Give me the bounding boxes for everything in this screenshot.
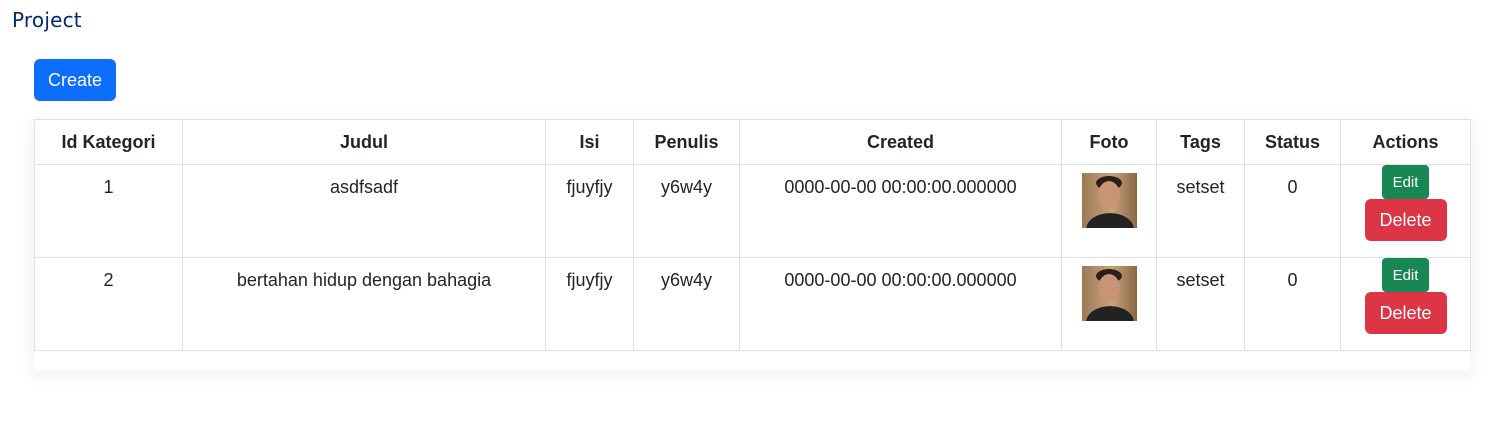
header-tags: Tags — [1156, 119, 1245, 165]
cell-status: 0 — [1244, 164, 1341, 258]
cell-foto — [1061, 257, 1157, 351]
cell-actions: Edit Delete — [1340, 257, 1471, 351]
header-judul: Judul — [182, 119, 546, 165]
foto-thumbnail — [1081, 173, 1137, 228]
cell-judul: bertahan hidup dengan bahagia — [182, 257, 546, 351]
cell-foto — [1061, 164, 1157, 258]
cell-id-kategori: 1 — [34, 164, 183, 258]
edit-button[interactable]: Edit — [1382, 258, 1429, 292]
cell-penulis: y6w4y — [633, 164, 740, 258]
header-penulis: Penulis — [633, 119, 740, 165]
header-created: Created — [739, 119, 1062, 165]
cell-penulis: y6w4y — [633, 257, 740, 351]
cell-judul: asdfsadf — [182, 164, 546, 258]
cell-actions: Edit Delete — [1340, 164, 1471, 258]
header-isi: Isi — [545, 119, 634, 165]
cell-created: 0000-00-00 00:00:00.000000 — [739, 257, 1062, 351]
table-row: 2 bertahan hidup dengan bahagia fjuyfjy … — [34, 257, 1471, 351]
cell-isi: fjuyfjy — [545, 257, 634, 351]
delete-button[interactable]: Delete — [1364, 199, 1447, 241]
edit-button[interactable]: Edit — [1382, 165, 1429, 199]
header-foto: Foto — [1061, 119, 1157, 165]
delete-button[interactable]: Delete — [1364, 292, 1447, 334]
cell-tags: setset — [1156, 257, 1245, 351]
create-button[interactable]: Create — [34, 59, 116, 101]
cell-status: 0 — [1244, 257, 1341, 351]
project-table: Id Kategori Judul Isi Penulis Created Fo… — [34, 119, 1471, 351]
cell-id-kategori: 2 — [34, 257, 183, 351]
table-row: 1 asdfsadf fjuyfjy y6w4y 0000-00-00 00:0… — [34, 164, 1471, 258]
table-header-row: Id Kategori Judul Isi Penulis Created Fo… — [34, 119, 1471, 165]
page-title: Project — [12, 8, 82, 32]
foto-thumbnail — [1081, 266, 1137, 321]
cell-isi: fjuyfjy — [545, 164, 634, 258]
table-card: Id Kategori Judul Isi Penulis Created Fo… — [34, 119, 1471, 370]
header-actions: Actions — [1340, 119, 1471, 165]
cell-created: 0000-00-00 00:00:00.000000 — [739, 164, 1062, 258]
cell-tags: setset — [1156, 164, 1245, 258]
header-status: Status — [1244, 119, 1341, 165]
header-id-kategori: Id Kategori — [34, 119, 183, 165]
